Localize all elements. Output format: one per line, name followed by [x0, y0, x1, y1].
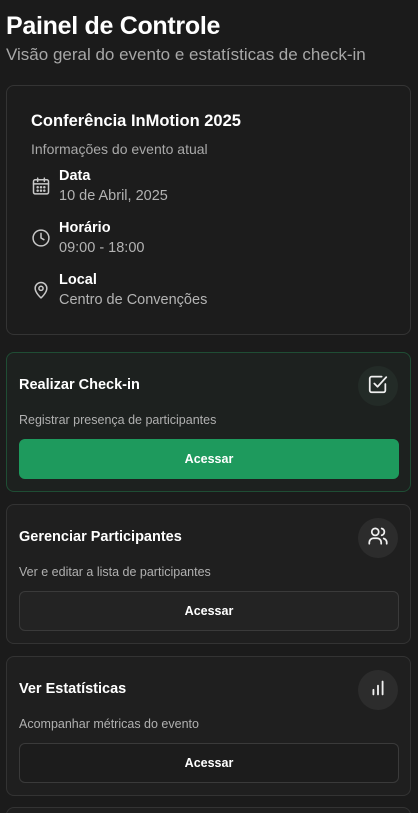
checkin-card: Realizar Check-in Registrar presença de … [6, 352, 411, 492]
location-label: Local [59, 272, 97, 288]
page-title: Painel de Controle [6, 12, 221, 40]
location-value: Centro de Convenções [59, 292, 208, 308]
users-icon [367, 525, 389, 552]
bar-chart-icon [367, 677, 389, 704]
check-square-icon [367, 373, 389, 400]
calendar-icon [31, 176, 51, 196]
statistics-access-button[interactable]: Acessar [19, 743, 399, 783]
page-subtitle: Visão geral do evento e estatísticas de … [6, 45, 366, 64]
participants-card: Gerenciar Participantes Ver e editar a l… [6, 504, 411, 644]
date-label: Data [59, 168, 91, 184]
next-card-partial [6, 807, 411, 813]
statistics-icon-badge [358, 670, 398, 710]
participants-title: Gerenciar Participantes [19, 529, 182, 545]
map-pin-icon [31, 280, 51, 300]
event-time-row: Horário 09:00 - 18:00 [31, 220, 391, 260]
clock-icon [31, 228, 51, 248]
statistics-card: Ver Estatísticas Acompanhar métricas do … [6, 656, 411, 796]
date-value: 10 de Abril, 2025 [59, 188, 168, 204]
event-description: Informações do evento atual [31, 141, 208, 157]
time-value: 09:00 - 18:00 [59, 240, 145, 256]
checkin-title: Realizar Check-in [19, 377, 140, 393]
dashboard-page: Painel de Controle Visão geral do evento… [0, 0, 418, 813]
time-label: Horário [59, 220, 111, 236]
participants-access-button[interactable]: Acessar [19, 591, 399, 631]
checkin-access-button[interactable]: Acessar [19, 439, 399, 479]
statistics-title: Ver Estatísticas [19, 681, 127, 697]
page-header: Painel de Controle Visão geral do evento… [6, 11, 366, 65]
statistics-description: Acompanhar métricas do evento [19, 717, 199, 731]
checkin-description: Registrar presença de participantes [19, 413, 217, 427]
event-date-row: Data 10 de Abril, 2025 [31, 168, 391, 208]
participants-icon-badge [358, 518, 398, 558]
checkin-icon-badge [358, 366, 398, 406]
event-location-row: Local Centro de Convenções [31, 272, 391, 312]
event-info-card: Conferência InMotion 2025 Informações do… [6, 85, 411, 335]
event-title: Conferência InMotion 2025 [31, 112, 241, 130]
participants-description: Ver e editar a lista de participantes [19, 565, 211, 579]
